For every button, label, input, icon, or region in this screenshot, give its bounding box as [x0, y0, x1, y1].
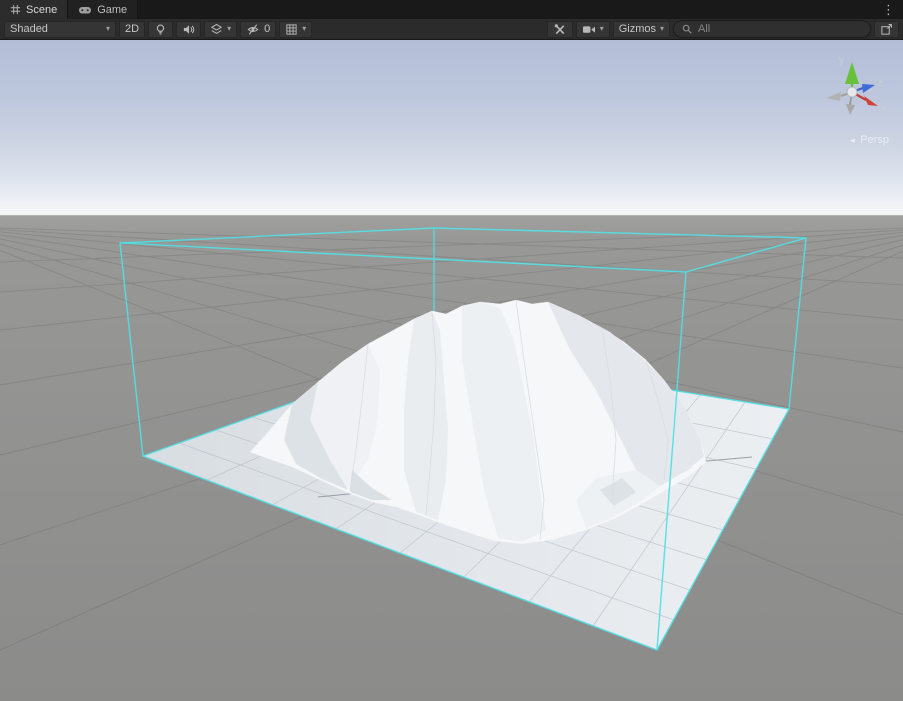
unity-editor: Scene Game ⋮ Shaded ▾ 2D [0, 0, 903, 701]
scene-toolbar: Shaded ▾ 2D ▾ [0, 19, 903, 40]
speaker-icon [182, 23, 195, 36]
overflow-menu-icon[interactable]: ⋮ [878, 0, 899, 19]
shading-mode-label: Shaded [10, 23, 102, 35]
window-expand-icon [880, 23, 893, 36]
hidden-count-label: 0 [264, 23, 270, 35]
axis-y-label: y [839, 55, 844, 66]
axis-neg-x-cone[interactable] [826, 92, 841, 101]
eye-hidden-icon [246, 23, 260, 36]
overlay-window-button[interactable] [874, 21, 899, 38]
lightbulb-icon [154, 23, 167, 36]
scene-render [0, 40, 903, 701]
orientation-gizmo[interactable]: y z x [811, 48, 895, 128]
grid-visibility-dropdown[interactable]: ▾ [279, 21, 312, 38]
axis-x-cone[interactable] [864, 96, 878, 106]
scene-viewport[interactable]: y z x ◄ Persp [0, 40, 903, 701]
shading-mode-dropdown[interactable]: Shaded ▾ [4, 21, 116, 38]
chevron-down-icon: ▾ [227, 25, 231, 33]
effects-dropdown[interactable]: ▾ [204, 21, 237, 38]
gizmos-dropdown[interactable]: Gizmos ▾ [613, 21, 670, 38]
axis-y-cone[interactable] [845, 62, 859, 84]
scene-grid-icon [10, 4, 21, 15]
tools-icon [553, 23, 567, 36]
tab-bar: Scene Game ⋮ [0, 0, 903, 19]
effects-icon [210, 23, 223, 36]
tab-game-label: Game [97, 4, 127, 16]
projection-label[interactable]: ◄ Persp [848, 134, 889, 146]
chevron-down-icon: ▾ [600, 25, 604, 33]
camera-icon [582, 24, 596, 35]
search-icon [681, 23, 693, 35]
axis-z-cone[interactable] [862, 84, 875, 93]
chevron-down-icon: ▾ [106, 25, 110, 33]
gizmos-label: Gizmos [619, 23, 656, 35]
projection-text: Persp [860, 134, 889, 146]
search-value: All [698, 23, 710, 35]
grid-icon [285, 23, 298, 36]
audio-toggle[interactable] [176, 21, 201, 38]
2d-toggle-label: 2D [125, 23, 139, 35]
gamepad-icon [78, 5, 92, 15]
component-tools-button[interactable] [547, 21, 573, 38]
chevron-down-icon: ▾ [302, 25, 306, 33]
gizmo-center-sphere[interactable] [847, 87, 857, 97]
scene-visibility-toggle[interactable]: 0 [240, 21, 276, 38]
scene-lighting-toggle[interactable] [148, 21, 173, 38]
2d-toggle-button[interactable]: 2D [119, 21, 145, 38]
back-arrow-icon: ◄ [848, 136, 856, 145]
tab-game[interactable]: Game [68, 0, 138, 19]
tab-scene-label: Scene [26, 4, 57, 16]
axis-x-label: x [881, 103, 886, 114]
axis-z-label: z [878, 78, 883, 89]
scene-search-field[interactable]: All [673, 20, 871, 38]
chevron-down-icon: ▾ [660, 25, 664, 33]
axis-neg-y-cone[interactable] [846, 104, 855, 115]
tab-scene[interactable]: Scene [0, 0, 68, 19]
camera-settings-dropdown[interactable]: ▾ [576, 21, 610, 38]
